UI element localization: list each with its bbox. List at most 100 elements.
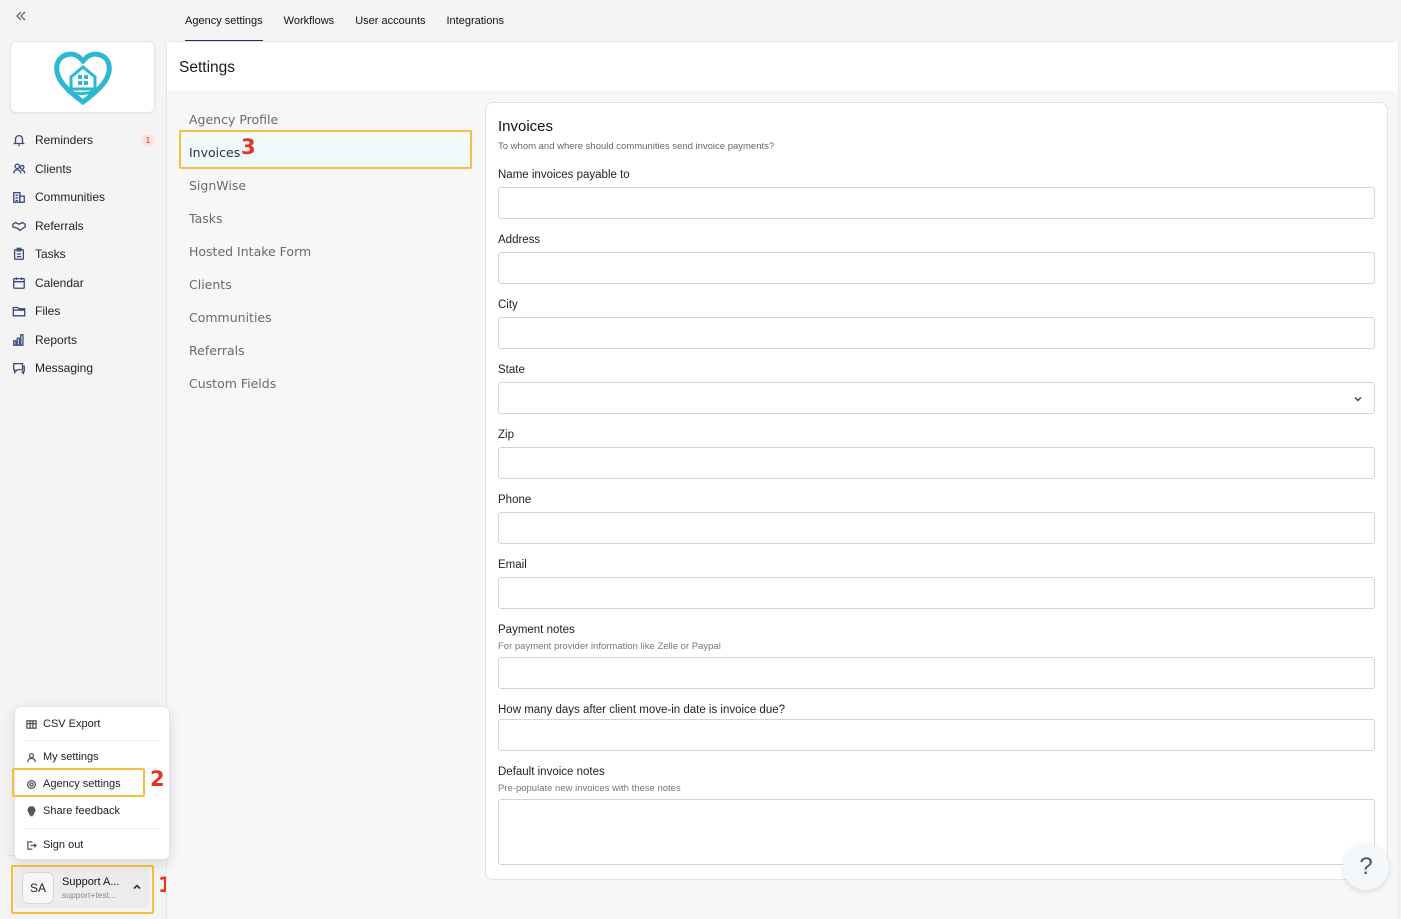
sidebar-item-reports[interactable]: Reports [10, 326, 157, 355]
phone-input[interactable] [498, 512, 1375, 544]
invoices-form-card: Invoices To whom and where should commun… [485, 102, 1388, 880]
building-icon [11, 189, 27, 205]
sidebar-item-calendar[interactable]: Calendar [10, 269, 157, 298]
email-input[interactable] [498, 577, 1375, 609]
handshake-icon [11, 218, 27, 234]
form-subtitle: To whom and where should communities sen… [498, 141, 775, 152]
user-email: support+test... [62, 889, 117, 900]
users-icon [11, 161, 27, 177]
sidebar-item-files[interactable]: Files [10, 297, 157, 326]
bar-chart-icon [11, 332, 27, 348]
payable-to-input[interactable] [498, 187, 1375, 219]
heart-house-logo-icon [53, 51, 112, 106]
settings-nav-referrals[interactable]: Referrals [179, 334, 473, 367]
top-tab-bar: Agency settings Workflows User accounts … [185, 0, 525, 42]
help-button[interactable]: ? [1343, 844, 1389, 890]
settings-body: Agency Profile Invoices SignWise Tasks H… [167, 91, 1398, 919]
settings-sub-nav: Agency Profile Invoices SignWise Tasks H… [179, 103, 473, 400]
bell-icon [11, 132, 27, 148]
sidebar-item-label: Communities [35, 190, 106, 205]
page-title: Settings [179, 59, 236, 76]
payment-notes-help: For payment provider information like Ze… [498, 641, 721, 652]
address-input[interactable] [498, 252, 1375, 284]
settings-nav-custom-fields[interactable]: Custom Fields [179, 367, 473, 400]
menu-item-label: Sign out [43, 839, 84, 851]
form-title: Invoices [498, 118, 554, 135]
sidebar-item-reminders[interactable]: Reminders 1 [10, 126, 157, 155]
state-select[interactable] [498, 382, 1375, 414]
menu-item-agency-settings[interactable]: Agency settings [25, 774, 121, 794]
phone-label: Phone [498, 494, 532, 506]
settings-nav-communities[interactable]: Communities [179, 301, 473, 334]
step-3-annotation: 3 [241, 135, 256, 159]
sidebar-item-label: Tasks [35, 247, 66, 262]
collapse-sidebar-button[interactable] [12, 7, 30, 25]
settings-nav-signwise[interactable]: SignWise [179, 169, 473, 202]
table-icon [25, 718, 37, 730]
menu-item-share-feedback[interactable]: Share feedback [25, 801, 120, 821]
menu-divider [25, 828, 159, 829]
menu-item-sign-out[interactable]: Sign out [25, 835, 83, 855]
avatar: SA [22, 872, 54, 904]
menu-item-label: Share feedback [43, 805, 121, 817]
sidebar-nav: Reminders 1 Clients Communities Referral… [10, 126, 157, 383]
zip-label: Zip [498, 429, 514, 441]
sidebar-item-clients[interactable]: Clients [10, 155, 157, 184]
payment-notes-label: Payment notes [498, 624, 575, 636]
chevron-up-icon [133, 884, 141, 890]
email-label: Email [498, 559, 527, 571]
payment-notes-input[interactable] [498, 657, 1375, 689]
chevron-down-icon [1354, 396, 1362, 402]
settings-nav-agency-profile[interactable]: Agency Profile [179, 103, 473, 136]
user-menu-popup: CSV Export My settings Agency settings S… [14, 706, 170, 860]
tab-workflows[interactable]: Workflows [284, 0, 335, 42]
reminders-count-badge: 1 [141, 134, 155, 147]
settings-nav-clients[interactable]: Clients [179, 268, 473, 301]
sidebar-item-label: Messaging [35, 361, 94, 376]
lightbulb-icon [25, 805, 37, 817]
folder-icon [11, 303, 27, 319]
default-notes-textarea[interactable] [498, 799, 1375, 865]
calendar-icon [11, 275, 27, 291]
days-due-input[interactable] [498, 719, 1375, 751]
city-label: City [498, 299, 518, 311]
settings-nav-invoices[interactable]: Invoices [179, 136, 473, 169]
sidebar-item-label: Clients [35, 161, 72, 176]
sidebar-item-label: Files [35, 304, 61, 319]
user-account-chip[interactable]: SA Support A... support+test... [14, 868, 150, 908]
chat-icon [11, 360, 27, 376]
sign-out-icon [25, 839, 37, 851]
settings-nav-hosted-intake-form[interactable]: Hosted Intake Form [179, 235, 473, 268]
sidebar-item-label: Reminders [35, 133, 94, 148]
sidebar-item-label: Calendar [35, 275, 84, 290]
settings-header: Settings [167, 42, 1398, 91]
step-2-annotation: 2 [150, 767, 165, 791]
sidebar-item-tasks[interactable]: Tasks [10, 240, 157, 269]
menu-item-label: Agency settings [43, 778, 121, 790]
sidebar-item-label: Referrals [35, 218, 84, 233]
clipboard-icon [11, 246, 27, 262]
tab-integrations[interactable]: Integrations [447, 0, 504, 42]
sidebar-item-referrals[interactable]: Referrals [10, 212, 157, 241]
gear-icon [25, 778, 37, 790]
zip-input[interactable] [498, 447, 1375, 479]
address-label: Address [498, 234, 541, 246]
state-label: State [498, 364, 525, 376]
tab-user-accounts[interactable]: User accounts [355, 0, 425, 42]
city-input[interactable] [498, 317, 1375, 349]
sidebar-item-label: Reports [35, 332, 78, 347]
double-chevron-left-icon [16, 11, 26, 21]
tab-agency-settings[interactable]: Agency settings [185, 0, 263, 42]
sidebar-item-messaging[interactable]: Messaging [10, 354, 157, 383]
agency-logo[interactable] [10, 41, 155, 113]
user-icon [25, 751, 37, 763]
payable-to-label: Name invoices payable to [498, 169, 630, 181]
user-name: Support A... [62, 876, 120, 889]
days-due-label: How many days after client move-in date … [498, 704, 786, 716]
sidebar-item-communities[interactable]: Communities [10, 183, 157, 212]
menu-item-my-settings[interactable]: My settings [25, 747, 99, 767]
default-notes-help: Pre-populate new invoices with these not… [498, 783, 681, 794]
settings-nav-tasks[interactable]: Tasks [179, 202, 473, 235]
menu-item-csv-export[interactable]: CSV Export [25, 714, 100, 734]
menu-item-label: My settings [43, 751, 99, 763]
